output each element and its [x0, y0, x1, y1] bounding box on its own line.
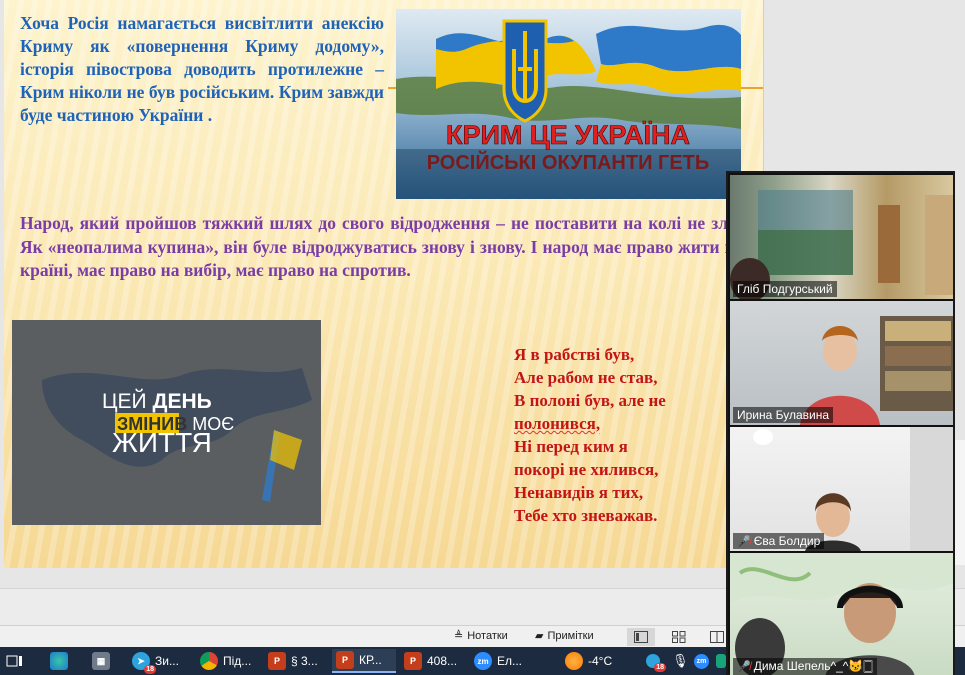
taskbar-powerpoint-1[interactable]: P § 3... — [268, 649, 328, 673]
tray-zoom[interactable]: zm — [694, 649, 709, 673]
svg-text:ЦЕЙ ДЕНЬ: ЦЕЙ ДЕНЬ — [102, 389, 212, 413]
taskbar-calculator[interactable]: ▦ — [92, 649, 110, 673]
taskbar-powerpoint-3[interactable]: P 408... — [404, 649, 468, 673]
taskbar-chrome[interactable]: Під... — [200, 649, 260, 673]
participant-name-tag: Ирина Булавина — [733, 407, 834, 423]
crimea-slogan-line2: РОСІЙСЬКІ ОКУПАНТИ ГЕТЬ — [427, 150, 710, 174]
this-day-changed-my-life-image[interactable]: ЦЕЙ ДЕНЬ ЗМІНИВ МОЄ ЖИТТЯ — [12, 320, 321, 525]
task-view-icon — [6, 655, 22, 667]
zoom-video-panel: Гліб Подгурський Ирина Булавина 🎤̸ Єва Б… — [726, 171, 955, 675]
mic-muted-icon: 🎤̸ — [737, 535, 751, 548]
zoom-tray-icon: zm — [694, 653, 709, 669]
book-icon — [710, 631, 724, 643]
tray-badge: 18 — [654, 663, 666, 672]
comment-icon: ▰ — [535, 630, 544, 642]
slide-paragraph-people: Народ, який пройшов тяжкий шлях до свого… — [20, 213, 764, 280]
mic-muted-icon: 🎤̸ — [737, 661, 751, 673]
participant-name: Гліб Подгурський — [737, 282, 833, 296]
taskbar-powerpoint-2[interactable]: P КР... — [332, 649, 396, 673]
weather-temp: -4°C — [588, 654, 613, 668]
telegram-icon: ➤ 18 — [132, 652, 156, 674]
powerpoint-icon: P — [336, 651, 354, 669]
slide-canvas[interactable]: Хоча Росія намагається висвітлити анексі… — [4, 0, 764, 568]
taskbar-edge[interactable] — [50, 649, 68, 673]
taskbar-zoom[interactable]: zm Ел... — [474, 649, 534, 673]
tray-microphone[interactable]: 🎙 — [672, 649, 689, 673]
powerpoint-icon: P — [404, 652, 422, 670]
day-title-cey: ЦЕЙ — [102, 389, 152, 413]
taskbar-label: 408... — [427, 654, 458, 668]
poem-line: Ні перед ким я — [514, 437, 628, 456]
crowd-crimea-illustration: ЦЕЙ ДЕНЬ ЗМІНИВ МОЄ ЖИТТЯ — [12, 320, 321, 525]
slide-paragraph-crimea: Хоча Росія намагається висвітлити анексі… — [20, 13, 384, 125]
taskbar-label: Зи... — [155, 654, 179, 668]
normal-view-button[interactable] — [627, 628, 655, 646]
comments-button[interactable]: ▰ Примітки — [535, 629, 594, 643]
poem-line: Ненавидів я тих, — [514, 483, 644, 502]
comments-label: Примітки — [547, 629, 594, 642]
day-title-den: ДЕНЬ — [152, 390, 211, 413]
calculator-icon: ▦ — [92, 652, 110, 670]
tray-app[interactable] — [716, 649, 726, 673]
powerpoint-icon: P — [268, 652, 286, 670]
microphone-icon: 🎙 — [672, 653, 689, 668]
taskbar-telegram[interactable]: ➤ 18 Зи... — [132, 649, 190, 674]
taskbar-label: Під... — [223, 654, 252, 668]
video-feed — [730, 553, 953, 675]
poem-line: покорі не хилився, — [514, 460, 659, 479]
participant-name-tag: 🎤̸ Єва Болдир — [733, 533, 825, 549]
notes-button[interactable]: ≜ Нотатки — [454, 629, 508, 643]
unread-badge: 18 — [144, 665, 156, 674]
zoom-icon: zm — [474, 652, 492, 670]
poem-line: Я в рабстві був, — [514, 345, 635, 364]
poem-line: Але рабом не став, — [514, 368, 658, 387]
participant-name: Дима Шепель^_^😼🀆 — [753, 659, 873, 673]
participant-name-tag: Гліб Подгурський — [733, 281, 837, 297]
video-tile[interactable]: 🎤̸ Дима Шепель^_^😼🀆 — [730, 553, 953, 675]
telegram-tray-icon: 18 — [646, 654, 666, 672]
taskbar-label: КР... — [359, 653, 382, 667]
poem-line: полонився, — [514, 414, 601, 433]
participant-name-tag: 🎤̸ Дима Шепель^_^😼🀆 — [733, 658, 877, 675]
vertical-scrollbar[interactable] — [955, 440, 965, 565]
video-tile[interactable]: Ирина Булавина — [730, 301, 953, 425]
chrome-icon — [200, 652, 218, 670]
participant-name: Ирина Булавина — [737, 408, 830, 422]
taskbar-label: Ел... — [497, 654, 523, 668]
notes-icon: ≜ — [454, 630, 464, 642]
weather-widget[interactable]: -4°C — [565, 649, 627, 673]
poem-line: Тебе хто зневажав. — [514, 506, 658, 525]
task-view-button[interactable] — [6, 649, 24, 673]
slide-sorter-button[interactable] — [665, 628, 693, 646]
edge-icon — [50, 652, 68, 670]
normal-view-icon — [634, 631, 648, 643]
crimea-flag-illustration: КРИМ ЦЕ УКРАЇНА РОСІЙСЬКІ ОКУПАНТИ ГЕТЬ — [396, 9, 741, 199]
participant-name: Єва Болдир — [753, 534, 821, 548]
sun-icon — [565, 652, 583, 670]
notes-label: Нотатки — [467, 629, 508, 642]
day-title-zhyttia: ЖИТТЯ — [112, 427, 212, 458]
poem-block: Я в рабстві був, Але рабом не став, В по… — [514, 343, 666, 527]
crimea-ukraine-image[interactable]: КРИМ ЦЕ УКРАЇНА РОСІЙСЬКІ ОКУПАНТИ ГЕТЬ — [396, 9, 741, 199]
crimea-slogan-line1: КРИМ ЦЕ УКРАЇНА — [446, 120, 690, 150]
poem-line: В полоні був, але не — [514, 391, 666, 410]
video-tile[interactable]: 🎤̸ Єва Болдир — [730, 427, 953, 551]
taskbar-label: § 3... — [291, 654, 318, 668]
tray-telegram[interactable]: 18 — [646, 649, 666, 673]
video-tile[interactable]: Гліб Подгурський — [730, 175, 953, 299]
grid-icon — [672, 631, 686, 643]
app-tray-icon — [716, 654, 726, 668]
